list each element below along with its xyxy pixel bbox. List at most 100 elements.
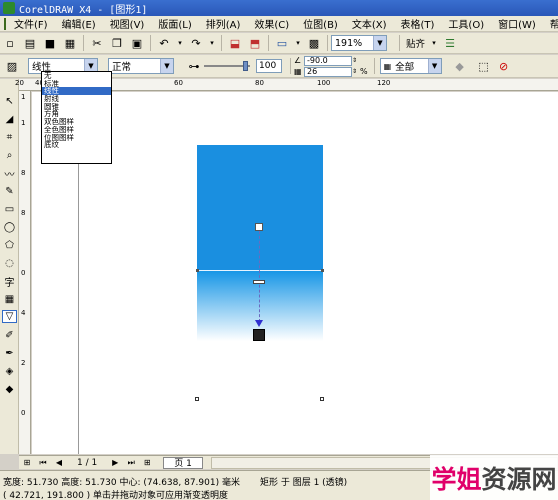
chevron-down-icon[interactable]: ▼ <box>427 59 441 73</box>
rectangle-tool-icon[interactable]: ▭ <box>2 203 17 216</box>
menu-help[interactable]: 帮助(H) <box>544 16 558 31</box>
menu-view[interactable]: 视图(V) <box>104 16 153 31</box>
redo-dropdown-icon[interactable]: ▾ <box>208 35 216 51</box>
zoom-tool-icon[interactable]: ⌕ <box>2 149 17 162</box>
dropdown-option-linear[interactable]: 线性 <box>42 87 111 96</box>
transparency-midpoint-handle[interactable] <box>253 280 265 284</box>
dropdown-option-none[interactable]: 无 <box>42 72 111 80</box>
selection-node[interactable] <box>196 269 199 272</box>
clear-transparency-icon[interactable]: ⊘ <box>496 58 512 74</box>
menu-layout[interactable]: 版面(L) <box>152 16 199 31</box>
dropdown-option-two-color-pattern[interactable]: 双色图样 <box>42 118 111 126</box>
application-launcher-icon[interactable]: ▭ <box>274 35 290 51</box>
snap-dropdown-icon[interactable]: ▾ <box>430 35 438 51</box>
undo-icon[interactable]: ↶ <box>156 35 172 51</box>
dropdown-option-texture[interactable]: 底纹 <box>42 141 111 149</box>
interactive-fill-tool-icon[interactable]: ◆ <box>2 383 17 396</box>
redo-icon[interactable]: ↷ <box>188 35 204 51</box>
transparency-type-dropdown: 无 标准 线性 射线 圆锥 方角 双色图样 全色图样 位图图样 底纹 <box>41 71 112 164</box>
basic-shapes-tool-icon[interactable]: ◌ <box>2 257 17 270</box>
angle-spinner-icon[interactable]: ⇕ <box>352 57 360 64</box>
page-tab[interactable]: 页 1 <box>163 456 203 469</box>
interactive-transparency-tool-icon[interactable]: ▽ <box>2 310 17 323</box>
midpoint-input[interactable]: 100 <box>256 59 282 73</box>
cut-icon[interactable]: ✂ <box>89 35 105 51</box>
next-page-icon[interactable]: ▶ <box>109 457 121 469</box>
slider-thumb[interactable] <box>243 61 248 71</box>
open-folder-icon[interactable]: ▤ <box>22 35 38 51</box>
transparency-start-handle[interactable] <box>255 223 263 231</box>
paste-icon[interactable]: ▣ <box>129 35 145 51</box>
table-tool-icon[interactable]: ▦ <box>2 293 17 306</box>
rectangle-object[interactable] <box>197 145 323 271</box>
menu-edit[interactable]: 编辑(E) <box>56 16 104 31</box>
app-icon <box>3 2 15 14</box>
crop-tool-icon[interactable]: ⌗ <box>2 131 17 144</box>
pick-tool-icon[interactable]: ↖ <box>2 95 17 108</box>
selection-node[interactable] <box>195 397 199 401</box>
menu-bitmaps[interactable]: 位图(B) <box>297 16 346 31</box>
outline-tool-icon[interactable]: ✒ <box>2 347 17 360</box>
dropdown-option-full-color-pattern[interactable]: 全色图样 <box>42 126 111 134</box>
watermark-text-secondary: 资源网 <box>481 464 557 494</box>
blend-mode-select[interactable]: 正常 ▼ <box>108 58 174 74</box>
dropdown-option-bitmap-pattern[interactable]: 位图图样 <box>42 134 111 142</box>
edge-pad-input[interactable]: 26 <box>304 66 352 77</box>
transparency-target-select[interactable]: ▦ 全部 ▼ <box>379 58 442 74</box>
undo-dropdown-icon[interactable]: ▾ <box>176 35 184 51</box>
transparency-end-handle[interactable] <box>253 329 265 341</box>
polygon-tool-icon[interactable]: ⬠ <box>2 239 17 252</box>
toolbox: ↖ ◢ ⌗ ⌕ 〰 ✎ ▭ ◯ ⬠ ◌ 字 ▦ ▽ ✐ ✒ ◈ ◆ <box>0 79 19 454</box>
document-icon[interactable] <box>4 17 6 30</box>
dropdown-option-standard[interactable]: 标准 <box>42 80 111 88</box>
edge-pad-spinner-icon[interactable]: ⇕ <box>352 68 360 75</box>
menu-effects[interactable]: 效果(C) <box>248 16 297 31</box>
new-document-icon[interactable]: ▫ <box>2 35 18 51</box>
dropdown-option-conical[interactable]: 圆锥 <box>42 103 111 111</box>
menu-file[interactable]: 文件(F) <box>12 16 56 31</box>
menu-text[interactable]: 文本(X) <box>346 16 395 31</box>
selection-node[interactable] <box>321 269 324 272</box>
dropdown-option-radial[interactable]: 射线 <box>42 95 111 103</box>
export-icon[interactable]: ⬒ <box>247 35 263 51</box>
ellipse-tool-icon[interactable]: ◯ <box>2 221 17 234</box>
launcher-dropdown-icon[interactable]: ▾ <box>294 35 302 51</box>
options-icon[interactable]: ☰ <box>442 35 458 51</box>
copy-icon[interactable]: ❐ <box>109 35 125 51</box>
freehand-tool-icon[interactable]: 〰 <box>2 167 17 181</box>
selection-node[interactable] <box>320 397 324 401</box>
menu-bar: 文件(F) 编辑(E) 视图(V) 版面(L) 排列(A) 效果(C) 位图(B… <box>0 16 558 32</box>
menu-window[interactable]: 窗口(W) <box>492 16 544 31</box>
dropdown-option-square[interactable]: 方角 <box>42 110 111 118</box>
menu-table[interactable]: 表格(T) <box>395 16 443 31</box>
eyedropper-tool-icon[interactable]: ✐ <box>2 329 17 342</box>
snap-to-menu[interactable]: 贴齐 <box>406 36 425 50</box>
menu-tools[interactable]: 工具(O) <box>442 16 492 31</box>
gradient-start-line <box>197 270 323 271</box>
add-page-icon[interactable]: ⊞ <box>21 457 33 469</box>
ruler-label: 20 <box>15 79 24 87</box>
save-icon[interactable]: ■ <box>42 35 58 51</box>
text-tool-icon[interactable]: 字 <box>2 275 17 289</box>
vertical-ruler[interactable]: 1 1 8 8 0 4 2 0 <box>19 91 31 454</box>
last-page-icon[interactable]: ⏭ <box>125 457 137 469</box>
chevron-down-icon[interactable]: ▼ <box>373 36 386 50</box>
print-icon[interactable]: ▦ <box>62 35 78 51</box>
angle-input[interactable]: -90.0 <box>304 55 352 66</box>
import-icon[interactable]: ⬓ <box>227 35 243 51</box>
menu-arrange[interactable]: 排列(A) <box>200 16 249 31</box>
welcome-screen-icon[interactable]: ▩ <box>306 35 322 51</box>
fill-tool-icon[interactable]: ◈ <box>2 365 17 378</box>
previous-page-icon[interactable]: ◀ <box>53 457 65 469</box>
zoom-level-select[interactable]: 191% ▼ <box>331 35 387 51</box>
add-page-after-icon[interactable]: ⊞ <box>141 457 153 469</box>
target-icon: ▦ <box>383 61 392 71</box>
shape-tool-icon[interactable]: ◢ <box>2 113 17 126</box>
copy-transparency-icon[interactable]: ⬚ <box>476 58 492 74</box>
chevron-down-icon[interactable]: ▼ <box>160 59 173 73</box>
midpoint-slider[interactable] <box>204 61 250 71</box>
smart-fill-tool-icon[interactable]: ✎ <box>2 185 17 198</box>
ruler-label: 0 <box>21 269 26 277</box>
freeze-icon[interactable]: ◆ <box>452 58 468 74</box>
first-page-icon[interactable]: ⏮ <box>37 457 49 469</box>
